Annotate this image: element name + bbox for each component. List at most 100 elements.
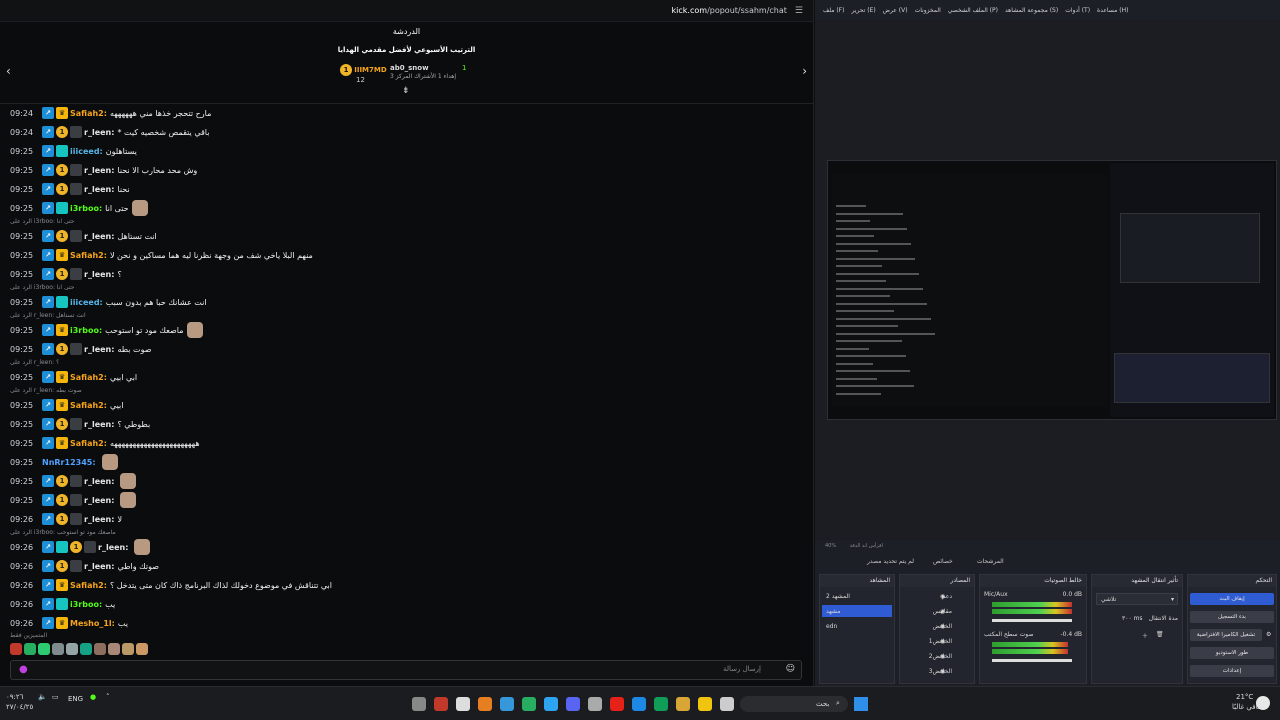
- scene-item[interactable]: المشهد 2: [826, 593, 850, 600]
- obs-menu-item[interactable]: عرض (V): [883, 7, 908, 14]
- message-username[interactable]: r_leen:: [84, 477, 114, 486]
- emote-bar[interactable]: [10, 643, 148, 655]
- telegram-icon[interactable]: [544, 697, 558, 711]
- message-username[interactable]: r_leen:: [84, 185, 114, 194]
- chrome-icon[interactable]: [522, 697, 536, 711]
- obs-menu-item[interactable]: مساعدة (H): [1097, 7, 1128, 14]
- settings-button[interactable]: إعدادات: [1190, 665, 1274, 677]
- chat-message[interactable]: 09:25 ↗ 1 r_leen: وش محد محارب الا نحنا: [10, 163, 197, 177]
- message-username[interactable]: Safiah2:: [70, 401, 107, 410]
- chat-message[interactable]: 09:25 ↗ 1 r_leen:: [10, 473, 137, 489]
- obs-icon[interactable]: [456, 697, 470, 711]
- obs-preview-area[interactable]: [815, 20, 1280, 540]
- clock-time[interactable]: ٠٩:٢٦: [6, 693, 23, 701]
- emote-icon[interactable]: [136, 643, 148, 655]
- chat-message[interactable]: 09:25 ↗ iiiceed: يستاهلون: [10, 144, 137, 158]
- chat-message[interactable]: 09:25 ↗ ♛ i3rboo: ماصعك مود تو استوحب: [10, 322, 203, 338]
- emote-icon[interactable]: [38, 643, 50, 655]
- obs-menu-item[interactable]: مجموعة المشاهد (S): [1005, 7, 1058, 14]
- mic-icon[interactable]: ●: [19, 664, 28, 675]
- volume-slider[interactable]: [992, 619, 1072, 622]
- message-username[interactable]: r_leen:: [98, 543, 128, 552]
- message-username[interactable]: r_leen:: [84, 496, 114, 505]
- add-icon[interactable]: ＋: [1142, 631, 1148, 640]
- youtube-icon[interactable]: [610, 697, 624, 711]
- obs-menu-item[interactable]: الملف الشخصي (P): [948, 7, 998, 14]
- url-text[interactable]: kick.com/popout/ssahm/chat: [672, 6, 787, 15]
- emote-icon[interactable]: [122, 643, 134, 655]
- speaker-icon[interactable]: 🔈: [38, 693, 47, 701]
- chevron-left-icon[interactable]: ‹: [6, 64, 11, 78]
- chat-message[interactable]: 09:25 ↗ 1 r_leen:: [10, 492, 137, 508]
- emoji-icon[interactable]: ☺: [786, 664, 795, 674]
- virtual-camera-button[interactable]: تشغيل الكاميرا الافتراضية: [1190, 629, 1262, 641]
- browser-address-bar[interactable]: kick.com/popout/ssahm/chat ☰: [0, 0, 813, 22]
- message-username[interactable]: Safiah2:: [70, 109, 107, 118]
- studio-mode-button[interactable]: طور الاستوديو: [1190, 647, 1274, 659]
- edge-icon[interactable]: [654, 697, 668, 711]
- chat-message[interactable]: 09:24 ↗ ♛ Safiah2: مارح تتحجر خذها مني ﻫﻬﻬﻬﻬ…: [10, 106, 211, 120]
- scene-item[interactable]: edn: [826, 623, 837, 630]
- message-username[interactable]: r_leen:: [84, 232, 114, 241]
- start-recording-button[interactable]: بدء التسجيل: [1190, 611, 1274, 623]
- message-username[interactable]: Mesho_1l:: [70, 619, 115, 628]
- chat-message[interactable]: 09:25 ↗ ♛ Safiah2: ﻫﻬﻬﻬﻬﻬﻬﻬﻬﻬﻬﻬﻬﻬﻬﻬﻬﻬﻬﻬﻬﻬﻬﻪ: [10, 436, 200, 450]
- obs-menu-item[interactable]: تحرير (E): [851, 7, 875, 14]
- chat-message[interactable]: 09:25 ↗ i3rboo: حتى انا: [10, 200, 148, 216]
- mic-icon[interactable]: ●: [90, 693, 96, 701]
- message-username[interactable]: Safiah2:: [70, 439, 107, 448]
- message-username[interactable]: Safiah2:: [70, 251, 107, 260]
- message-username[interactable]: Safiah2:: [70, 581, 107, 590]
- message-username[interactable]: i3rboo:: [70, 204, 102, 213]
- search-box[interactable]: بحث ⌕: [740, 696, 848, 712]
- emote-icon[interactable]: [108, 643, 120, 655]
- steam-icon[interactable]: [588, 697, 602, 711]
- message-username[interactable]: r_leen:: [84, 270, 114, 279]
- chevron-up-icon[interactable]: ˄: [106, 693, 110, 701]
- discord-icon[interactable]: [566, 697, 580, 711]
- pin-icon[interactable]: ⇟: [402, 86, 410, 96]
- message-username[interactable]: iiiceed:: [70, 298, 103, 307]
- chat-message[interactable]: 09:26 ↗ ♛ Safiah2: ابي تتناقش في موضوع دخولك…: [10, 578, 332, 592]
- language-indicator[interactable]: ENG: [68, 695, 83, 703]
- obs-menu-item[interactable]: أدوات (T): [1065, 7, 1090, 14]
- chat-message[interactable]: 09:25 ↗ ♛ Safiah2: ابي ابيي: [10, 370, 137, 384]
- chat-message[interactable]: 09:25 ↗ iiiceed: انت عشانك حبا هم بدون سبب: [10, 295, 207, 309]
- chat-message[interactable]: 09:25 ↗ ♛ Safiah2: منهم البلا ياخي شف من وجه…: [10, 248, 313, 262]
- message-username[interactable]: r_leen:: [84, 345, 114, 354]
- emote-icon[interactable]: [80, 643, 92, 655]
- settings-icon[interactable]: ☰: [795, 6, 803, 16]
- chat-message[interactable]: 09:25 ↗ 1 r_leen: صوت بطه: [10, 342, 152, 356]
- emote-icon[interactable]: [66, 643, 78, 655]
- message-username[interactable]: r_leen:: [84, 166, 114, 175]
- chat-message[interactable]: 09:26 ↗ 1 r_leen: لا: [10, 512, 122, 526]
- chat-message[interactable]: 09:25 ↗ 1 r_leen: نحنا: [10, 182, 130, 196]
- transition-select[interactable]: تلاشي ▾: [1096, 593, 1178, 605]
- emote-icon[interactable]: [52, 643, 64, 655]
- browser-icon[interactable]: [478, 697, 492, 711]
- emote-icon[interactable]: [10, 643, 22, 655]
- message-username[interactable]: i3rboo:: [70, 326, 102, 335]
- chat-input[interactable]: ● إرسال رسالة ☺: [10, 660, 802, 680]
- chevron-right-icon[interactable]: ›: [802, 64, 807, 78]
- eye-icon[interactable]: ◉: [940, 668, 945, 675]
- message-username[interactable]: r_leen:: [84, 128, 114, 137]
- chat-message[interactable]: 09:25 ↗ 1 r_leen: بطوطي ؟: [10, 417, 150, 431]
- emote-icon[interactable]: [94, 643, 106, 655]
- chat-message[interactable]: 09:26 ↗ 1 r_leen: صوتك واطي: [10, 559, 159, 573]
- message-username[interactable]: NnRr12345:: [42, 458, 96, 467]
- scene-item[interactable]: مشهد: [826, 608, 840, 615]
- obs-menu-item[interactable]: المخزونات: [915, 7, 941, 14]
- app-icon[interactable]: [720, 697, 734, 711]
- tab-filters[interactable]: المرشحات: [977, 558, 1004, 565]
- tab-properties[interactable]: خصائص: [933, 558, 953, 565]
- chat-message-list[interactable]: 09:24 ↗ ♛ Safiah2: مارح تتحجر خذها مني ﻫﻬﻬﻬﻬ…: [0, 96, 812, 648]
- edge-icon[interactable]: [500, 697, 514, 711]
- eye-icon[interactable]: ◉: [940, 608, 945, 615]
- emote-icon[interactable]: [24, 643, 36, 655]
- settings-icon[interactable]: [412, 697, 426, 711]
- gear-icon[interactable]: ⚙: [1266, 631, 1271, 638]
- volume-slider[interactable]: [992, 659, 1072, 662]
- eye-icon[interactable]: ◉: [940, 593, 945, 600]
- message-username[interactable]: iiiceed:: [70, 147, 103, 156]
